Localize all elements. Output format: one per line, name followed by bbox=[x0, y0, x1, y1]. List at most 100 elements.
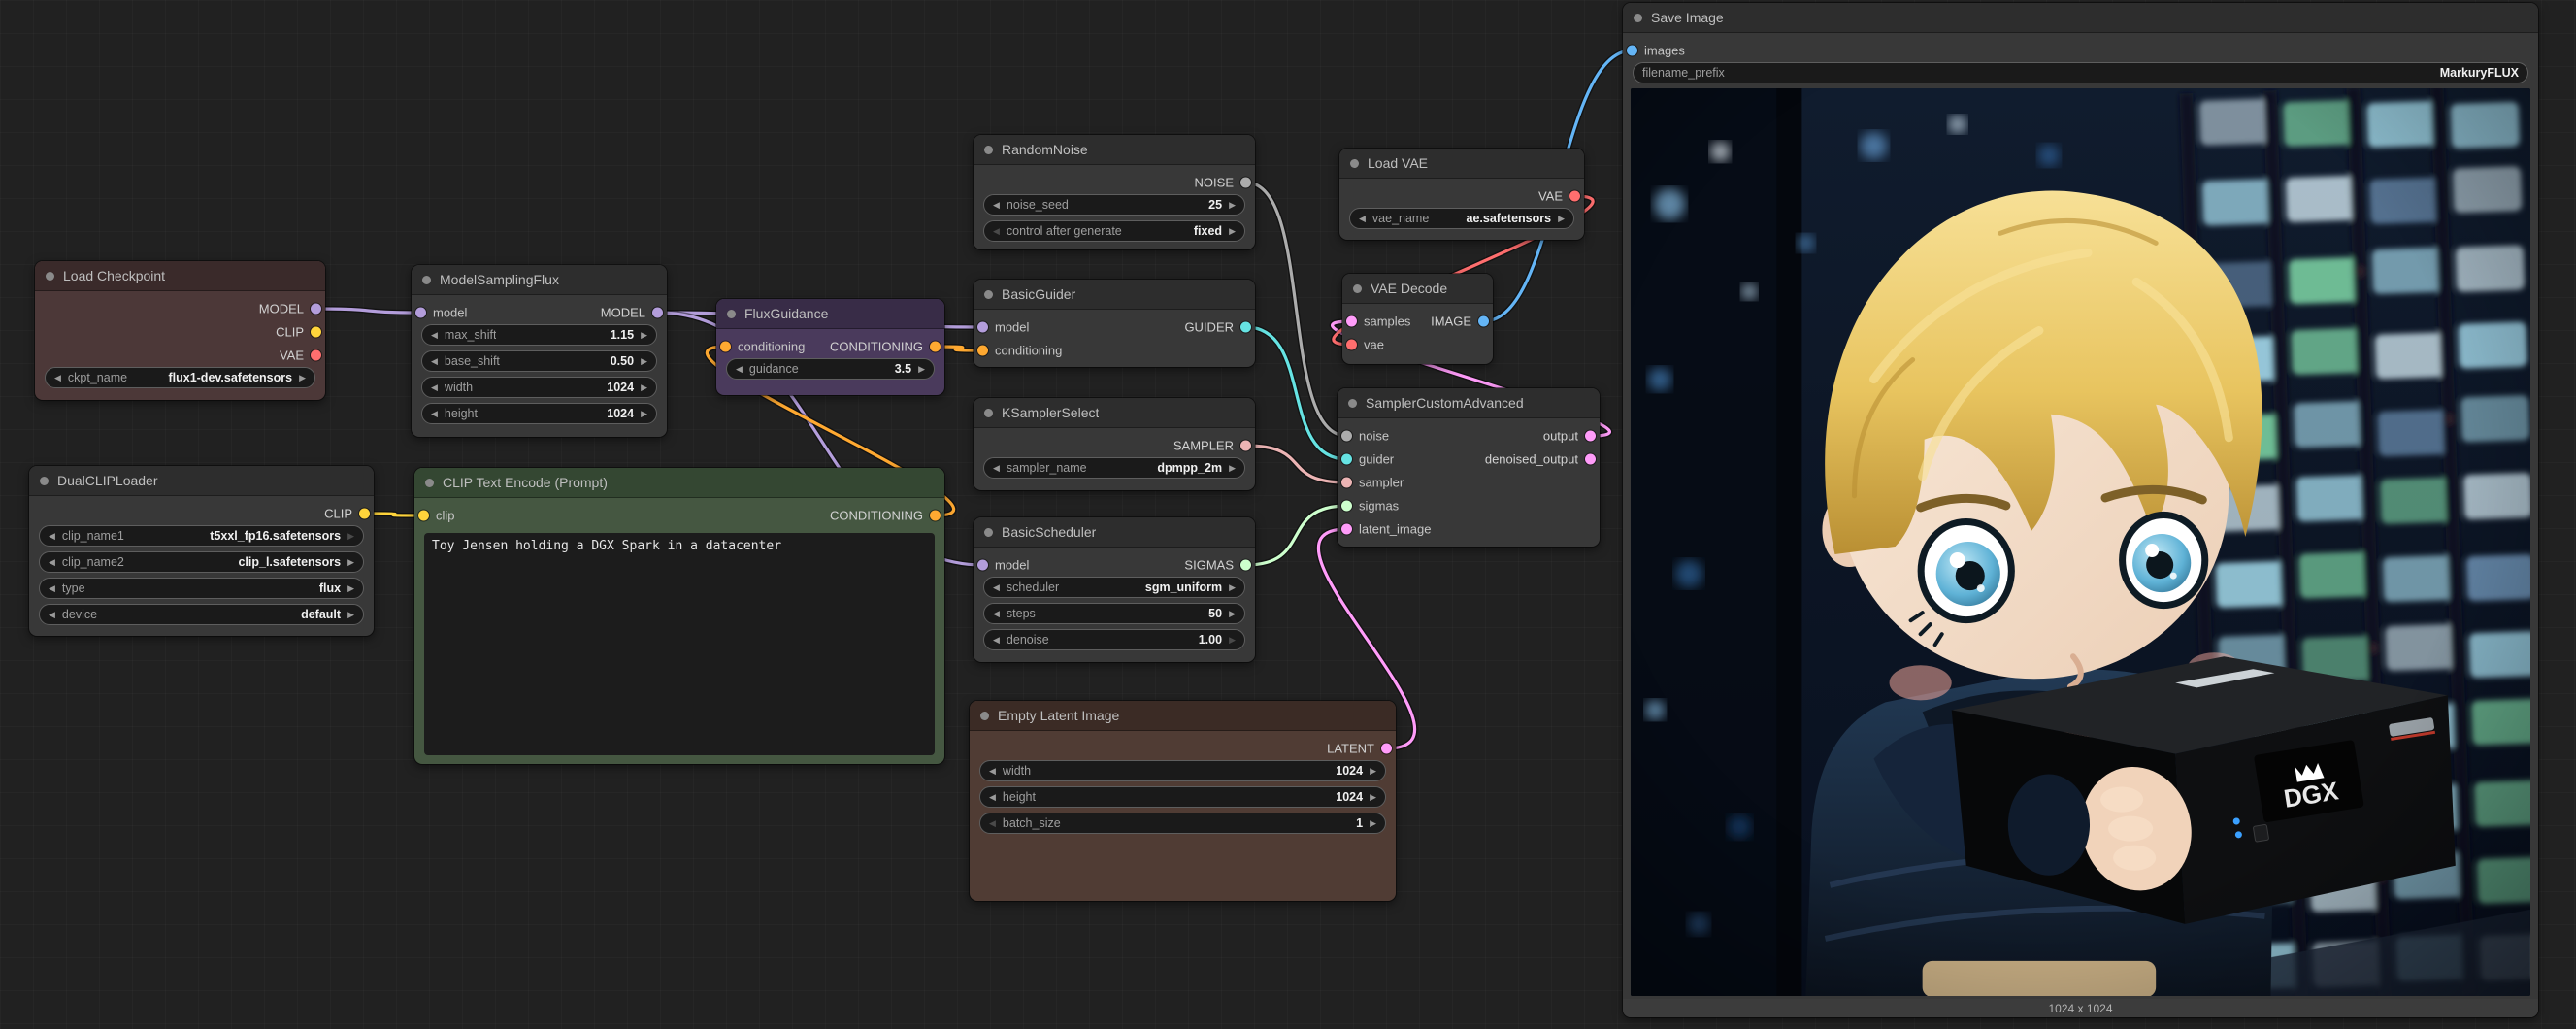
increment-arrow-icon[interactable]: ▶ bbox=[1229, 227, 1236, 236]
input-socket-noise[interactable] bbox=[1341, 431, 1352, 442]
node-basic-guider[interactable]: BasicGuidermodelGUIDERconditioning bbox=[974, 280, 1255, 367]
widget-max-shift[interactable]: ◀max_shift1.15▶ bbox=[421, 324, 657, 346]
increment-arrow-icon[interactable]: ▶ bbox=[641, 410, 647, 418]
widget-clip-name2[interactable]: ◀clip_name2clip_l.safetensors▶ bbox=[39, 551, 364, 573]
input-socket-conditioning[interactable] bbox=[720, 342, 731, 352]
output-socket-GUIDER[interactable] bbox=[1240, 322, 1251, 333]
decrement-arrow-icon[interactable]: ◀ bbox=[49, 584, 55, 593]
output-socket-MODEL[interactable] bbox=[311, 304, 321, 315]
increment-arrow-icon[interactable]: ▶ bbox=[1370, 767, 1376, 776]
node-ksampler-select[interactable]: KSamplerSelectSAMPLER◀sampler_namedpmpp_… bbox=[974, 398, 1255, 490]
increment-arrow-icon[interactable]: ▶ bbox=[1229, 636, 1236, 645]
node-title-bar[interactable]: Empty Latent Image bbox=[970, 701, 1396, 731]
collapse-dot-icon[interactable] bbox=[984, 528, 993, 537]
increment-arrow-icon[interactable]: ▶ bbox=[1558, 215, 1565, 223]
decrement-arrow-icon[interactable]: ◀ bbox=[993, 636, 1000, 645]
input-socket-samples[interactable] bbox=[1346, 316, 1357, 327]
node-title-bar[interactable]: FluxGuidance bbox=[716, 299, 944, 329]
input-socket-guider[interactable] bbox=[1341, 454, 1352, 465]
node-title-bar[interactable]: CLIP Text Encode (Prompt) bbox=[414, 468, 944, 498]
node-title-bar[interactable]: Load VAE bbox=[1339, 149, 1584, 179]
node-title-bar[interactable]: Save Image bbox=[1623, 3, 2538, 33]
output-socket-VAE[interactable] bbox=[1569, 191, 1580, 202]
increment-arrow-icon[interactable]: ▶ bbox=[641, 383, 647, 392]
increment-arrow-icon[interactable]: ▶ bbox=[299, 374, 306, 382]
decrement-arrow-icon[interactable]: ◀ bbox=[1359, 215, 1366, 223]
collapse-dot-icon[interactable] bbox=[425, 479, 434, 487]
input-socket-images[interactable] bbox=[1627, 46, 1637, 56]
output-socket-SAMPLER[interactable] bbox=[1240, 441, 1251, 451]
increment-arrow-icon[interactable]: ▶ bbox=[1229, 201, 1236, 210]
collapse-dot-icon[interactable] bbox=[1353, 284, 1362, 293]
widget-width[interactable]: ◀width1024▶ bbox=[421, 377, 657, 398]
collapse-dot-icon[interactable] bbox=[727, 310, 736, 318]
output-socket-SIGMAS[interactable] bbox=[1240, 560, 1251, 571]
input-socket-model[interactable] bbox=[415, 308, 426, 318]
output-socket-VAE[interactable] bbox=[311, 350, 321, 361]
node-dual-clip-loader[interactable]: DualCLIPLoaderCLIP◀clip_name1t5xxl_fp16.… bbox=[29, 466, 374, 636]
widget-clip-name1[interactable]: ◀clip_name1t5xxl_fp16.safetensors▶ bbox=[39, 525, 364, 547]
input-socket-vae[interactable] bbox=[1346, 340, 1357, 350]
node-random-noise[interactable]: RandomNoiseNOISE◀noise_seed25▶◀control a… bbox=[974, 135, 1255, 249]
node-flux-guidance[interactable]: FluxGuidanceconditioningCONDITIONING◀gui… bbox=[716, 299, 944, 395]
collapse-dot-icon[interactable] bbox=[1350, 159, 1359, 168]
increment-arrow-icon[interactable]: ▶ bbox=[347, 611, 354, 619]
widget-width[interactable]: ◀width1024▶ bbox=[979, 760, 1386, 781]
widget-base-shift[interactable]: ◀base_shift0.50▶ bbox=[421, 350, 657, 372]
node-title-bar[interactable]: BasicScheduler bbox=[974, 517, 1255, 548]
input-socket-latent-image[interactable] bbox=[1341, 524, 1352, 535]
widget-type[interactable]: ◀typeflux▶ bbox=[39, 578, 364, 599]
widget-denoise[interactable]: ◀denoise1.00▶ bbox=[983, 629, 1245, 650]
output-socket-denoised-output[interactable] bbox=[1585, 454, 1596, 465]
increment-arrow-icon[interactable]: ▶ bbox=[1229, 610, 1236, 618]
increment-arrow-icon[interactable]: ▶ bbox=[641, 331, 647, 340]
output-socket-IMAGE[interactable] bbox=[1478, 316, 1489, 327]
decrement-arrow-icon[interactable]: ◀ bbox=[49, 558, 55, 567]
widget-height[interactable]: ◀height1024▶ bbox=[421, 403, 657, 424]
node-vae-decode[interactable]: VAE DecodesamplesIMAGEvae bbox=[1342, 274, 1493, 364]
decrement-arrow-icon[interactable]: ◀ bbox=[993, 610, 1000, 618]
widget-device[interactable]: ◀devicedefault▶ bbox=[39, 604, 364, 625]
node-title-bar[interactable]: DualCLIPLoader bbox=[29, 466, 374, 496]
decrement-arrow-icon[interactable]: ◀ bbox=[54, 374, 61, 382]
decrement-arrow-icon[interactable]: ◀ bbox=[431, 383, 438, 392]
node-title-bar[interactable]: KSamplerSelect bbox=[974, 398, 1255, 428]
prompt-textarea[interactable]: Toy Jensen holding a DGX Spark in a data… bbox=[424, 533, 935, 755]
node-empty-latent[interactable]: Empty Latent ImageLATENT◀width1024▶◀heig… bbox=[970, 701, 1396, 901]
node-title-bar[interactable]: BasicGuider bbox=[974, 280, 1255, 310]
decrement-arrow-icon[interactable]: ◀ bbox=[431, 357, 438, 366]
output-socket-CLIP[interactable] bbox=[359, 509, 370, 519]
collapse-dot-icon[interactable] bbox=[980, 712, 989, 720]
increment-arrow-icon[interactable]: ▶ bbox=[1229, 583, 1236, 592]
output-socket-LATENT[interactable] bbox=[1381, 744, 1392, 754]
output-socket-CONDITIONING[interactable] bbox=[930, 511, 941, 521]
output-socket-CLIP[interactable] bbox=[311, 327, 321, 338]
node-clip-text-encode[interactable]: CLIP Text Encode (Prompt)clipCONDITIONIN… bbox=[414, 468, 944, 764]
node-save-image[interactable]: Save Image1024 x 1024imagesfilename_pref… bbox=[1623, 3, 2538, 1017]
increment-arrow-icon[interactable]: ▶ bbox=[1229, 464, 1236, 473]
increment-arrow-icon[interactable]: ▶ bbox=[641, 357, 647, 366]
input-socket-model[interactable] bbox=[977, 322, 988, 333]
widget-sampler-name[interactable]: ◀sampler_namedpmpp_2m▶ bbox=[983, 457, 1245, 479]
node-title-bar[interactable]: ModelSamplingFlux bbox=[412, 265, 667, 295]
widget-steps[interactable]: ◀steps50▶ bbox=[983, 603, 1245, 624]
input-socket-sampler[interactable] bbox=[1341, 478, 1352, 488]
node-graph-canvas[interactable]: Load CheckpointMODELCLIPVAE◀ckpt_nameflu… bbox=[0, 0, 2576, 1029]
collapse-dot-icon[interactable] bbox=[1634, 14, 1642, 22]
widget-height[interactable]: ◀height1024▶ bbox=[979, 786, 1386, 808]
widget-guidance[interactable]: ◀guidance3.5▶ bbox=[726, 358, 935, 380]
collapse-dot-icon[interactable] bbox=[984, 409, 993, 417]
output-socket-output[interactable] bbox=[1585, 431, 1596, 442]
node-title-bar[interactable]: Load Checkpoint bbox=[35, 261, 325, 291]
increment-arrow-icon[interactable]: ▶ bbox=[1370, 819, 1376, 828]
output-socket-MODEL[interactable] bbox=[652, 308, 663, 318]
increment-arrow-icon[interactable]: ▶ bbox=[1370, 793, 1376, 802]
widget-filename-prefix[interactable]: filename_prefixMarkuryFLUX bbox=[1633, 62, 2528, 83]
node-model-sampling-flux[interactable]: ModelSamplingFluxmodelMODEL◀max_shift1.1… bbox=[412, 265, 667, 437]
node-load-vae[interactable]: Load VAEVAE◀vae_nameae.safetensors▶ bbox=[1339, 149, 1584, 240]
decrement-arrow-icon[interactable]: ◀ bbox=[989, 767, 996, 776]
collapse-dot-icon[interactable] bbox=[46, 272, 54, 281]
increment-arrow-icon[interactable]: ▶ bbox=[347, 558, 354, 567]
node-title-bar[interactable]: VAE Decode bbox=[1342, 274, 1493, 304]
decrement-arrow-icon[interactable]: ◀ bbox=[993, 583, 1000, 592]
